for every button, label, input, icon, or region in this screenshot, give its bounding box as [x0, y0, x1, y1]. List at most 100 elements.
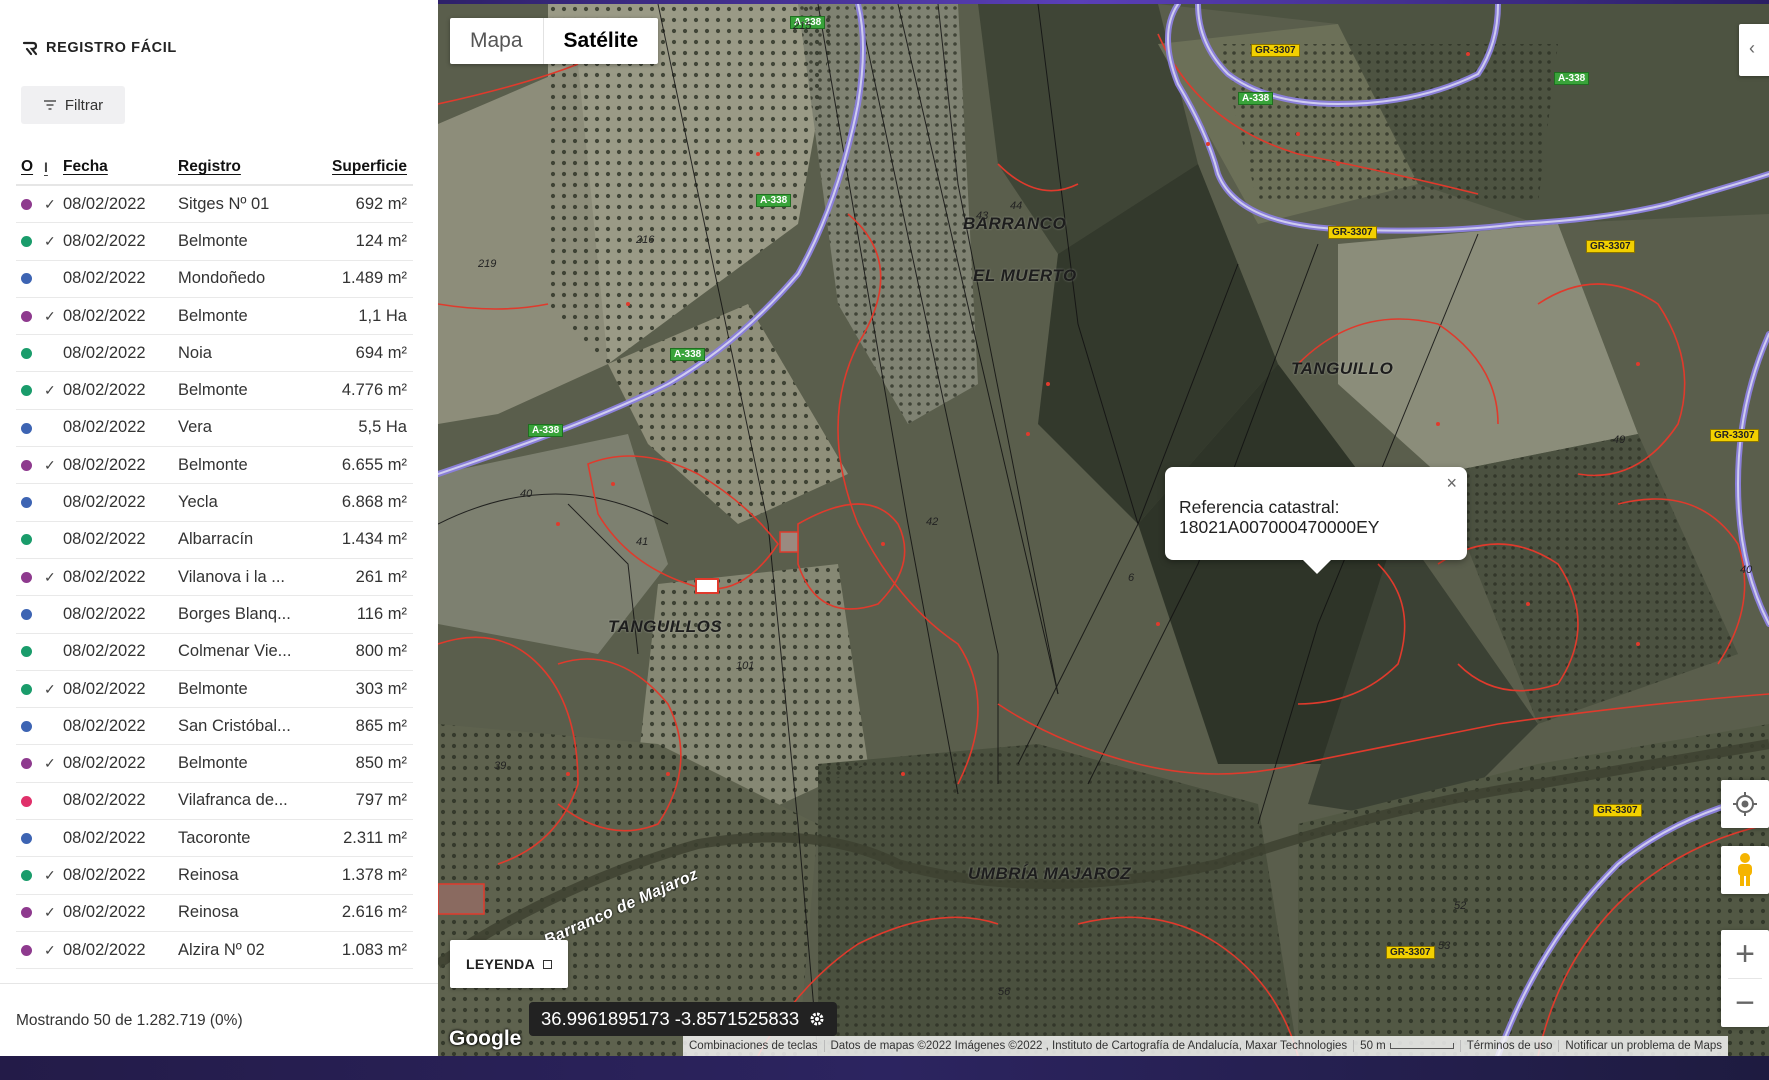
status-dot-icon: [21, 459, 32, 471]
row-date: 08/02/2022: [63, 231, 146, 250]
col-o-header[interactable]: O: [16, 158, 44, 176]
popup-reference: 18021A007000470000EY: [1179, 517, 1380, 537]
legend-button[interactable]: LEYENDA: [450, 940, 568, 988]
check-icon: ✓: [44, 568, 56, 585]
map-view[interactable]: BARRANCO EL MUERTO TANGUILLO TANGUILLOS …: [438, 4, 1769, 1056]
table-row[interactable]: 08/02/2022 Noia 694 m²: [16, 335, 413, 373]
table-row[interactable]: 08/02/2022 Vilafranca de... 797 m²: [16, 783, 413, 821]
zoom-in-button[interactable]: +: [1721, 930, 1769, 978]
table-row[interactable]: ✓ 08/02/2022 Alzira Nº 02 1.083 m²: [16, 932, 413, 970]
table-row[interactable]: ✓ 08/02/2022 Belmonte 303 m²: [16, 671, 413, 709]
col-i-header[interactable]: I: [44, 159, 63, 175]
table-row[interactable]: 08/02/2022 San Cristóbal... 865 m²: [16, 708, 413, 746]
row-date: 08/02/2022: [63, 194, 146, 213]
row-surface: 694 m²: [355, 343, 407, 362]
row-registry: Belmonte: [178, 381, 248, 400]
keyboard-shortcuts-link[interactable]: Combinaciones de teclas: [683, 1040, 824, 1052]
terms-link[interactable]: Términos de uso: [1459, 1040, 1559, 1052]
row-date: 08/02/2022: [63, 642, 146, 661]
col-date-header[interactable]: Fecha: [63, 158, 178, 176]
table-row[interactable]: ✓ 08/02/2022 Sitges Nº 01 692 m²: [16, 186, 413, 224]
status-dot-icon: [21, 683, 32, 695]
legend-label: LEYENDA: [466, 956, 535, 972]
col-surface-header[interactable]: Superficie: [313, 158, 413, 176]
table-row[interactable]: 08/02/2022 Yecla 6.868 m²: [16, 484, 413, 522]
table-row[interactable]: 08/02/2022 Vera 5,5 Ha: [16, 410, 413, 448]
status-dot-icon: [21, 571, 32, 583]
check-icon: ✓: [44, 941, 56, 958]
crosshair-icon: [1733, 792, 1757, 816]
status-dot-cell: [16, 642, 44, 661]
map-type-map[interactable]: Mapa: [450, 18, 543, 64]
coordinates-display: 36.9961895173 -3.8571525833: [529, 1002, 838, 1036]
scale-bar: [1389, 1042, 1454, 1049]
report-problem-link[interactable]: Notificar un problema de Maps: [1558, 1040, 1728, 1052]
parcel-number: 44: [1010, 200, 1023, 212]
check-icon: ✓: [44, 195, 56, 212]
scale-indicator[interactable]: 50 m: [1353, 1040, 1460, 1052]
table-row[interactable]: 08/02/2022 Borges Blanq... 116 m²: [16, 596, 413, 634]
parcel-number: 42: [926, 516, 939, 528]
table-row[interactable]: ✓ 08/02/2022 Belmonte 6.655 m²: [16, 447, 413, 485]
place-label: TANGUILLOS: [608, 617, 723, 636]
status-dot-cell: [16, 307, 44, 326]
check-icon: ✓: [44, 755, 56, 772]
status-dot-cell: [16, 456, 44, 475]
collapse-panel-button[interactable]: ‹: [1739, 24, 1769, 76]
table-row[interactable]: ✓ 08/02/2022 Vilanova i la ... 261 m²: [16, 559, 413, 597]
table-row[interactable]: ✓ 08/02/2022 Reinosa 1.378 m²: [16, 857, 413, 895]
row-date: 08/02/2022: [63, 567, 146, 586]
status-dot-cell: [16, 418, 44, 437]
table-row[interactable]: ✓ 08/02/2022 Belmonte 4.776 m²: [16, 372, 413, 410]
table-row[interactable]: ✓ 08/02/2022 Belmonte 850 m²: [16, 745, 413, 783]
row-registry: Belmonte: [178, 306, 248, 325]
table-row[interactable]: 08/02/2022 Colmenar Vie... 800 m²: [16, 634, 413, 671]
status-dot-icon: [21, 720, 32, 732]
street-view-button[interactable]: [1721, 846, 1769, 894]
row-date: 08/02/2022: [63, 754, 146, 773]
table-row[interactable]: ✓ 08/02/2022 Belmonte 1,1 Ha: [16, 298, 413, 336]
row-registry: Belmonte: [178, 754, 248, 773]
pegman-icon: [1738, 853, 1752, 886]
row-registry: Sitges Nº 01: [178, 194, 270, 213]
table-row[interactable]: 08/02/2022 Tacoronte 2.311 m²: [16, 820, 413, 858]
road-tag: GR-3307: [1710, 429, 1759, 442]
registry-table: O I Fecha Registro Superficie ✓ 08/02/202…: [16, 150, 413, 970]
row-registry: Vera: [178, 418, 212, 437]
row-surface: 797 m²: [355, 791, 407, 810]
table-row[interactable]: 08/02/2022 Mondoñedo 1.489 m²: [16, 261, 413, 298]
zoom-out-button[interactable]: −: [1721, 979, 1769, 1027]
parcel-number: 219: [478, 258, 497, 270]
gear-icon[interactable]: [809, 1011, 825, 1027]
row-registry: Reinosa: [178, 903, 239, 922]
row-surface: 5,5 Ha: [358, 418, 407, 437]
parcel-number: 101: [736, 660, 755, 672]
close-icon[interactable]: ×: [1446, 473, 1457, 493]
row-surface: 124 m²: [355, 231, 407, 250]
check-icon: ✓: [44, 866, 56, 883]
map-type-satellite[interactable]: Satélite: [542, 18, 659, 64]
filter-button[interactable]: Filtrar: [21, 86, 125, 124]
row-surface: 6.868 m²: [341, 493, 407, 512]
status-dot-cell: [16, 269, 44, 288]
row-registry: Vilafranca de...: [178, 791, 288, 810]
row-registry: Belmonte: [178, 455, 248, 474]
table-row[interactable]: ✓ 08/02/2022 Belmonte 124 m²: [16, 223, 413, 261]
brand-logo-icon: [22, 41, 38, 56]
table-header: O I Fecha Registro Superficie: [16, 150, 413, 186]
brand[interactable]: REGISTRO FÁCIL: [22, 40, 177, 56]
status-dot-cell: [16, 605, 44, 624]
status-dot-icon: [21, 497, 32, 509]
my-location-button[interactable]: [1721, 780, 1769, 828]
parcel-number: 39: [494, 760, 507, 772]
table-row[interactable]: ✓ 08/02/2022 Reinosa 2.616 m²: [16, 895, 413, 932]
col-registry-header[interactable]: Registro: [178, 158, 313, 176]
table-row[interactable]: 08/02/2022 Albarracín 1.434 m²: [16, 522, 413, 559]
status-dot-icon: [21, 944, 32, 956]
status-dot-icon: [21, 534, 32, 546]
road-tag: A-338: [756, 194, 792, 207]
road-tag: GR-3307: [1593, 804, 1642, 817]
row-date: 08/02/2022: [63, 530, 146, 549]
place-label: EL MUERTO: [973, 266, 1077, 285]
row-surface: 116 m²: [356, 604, 407, 623]
